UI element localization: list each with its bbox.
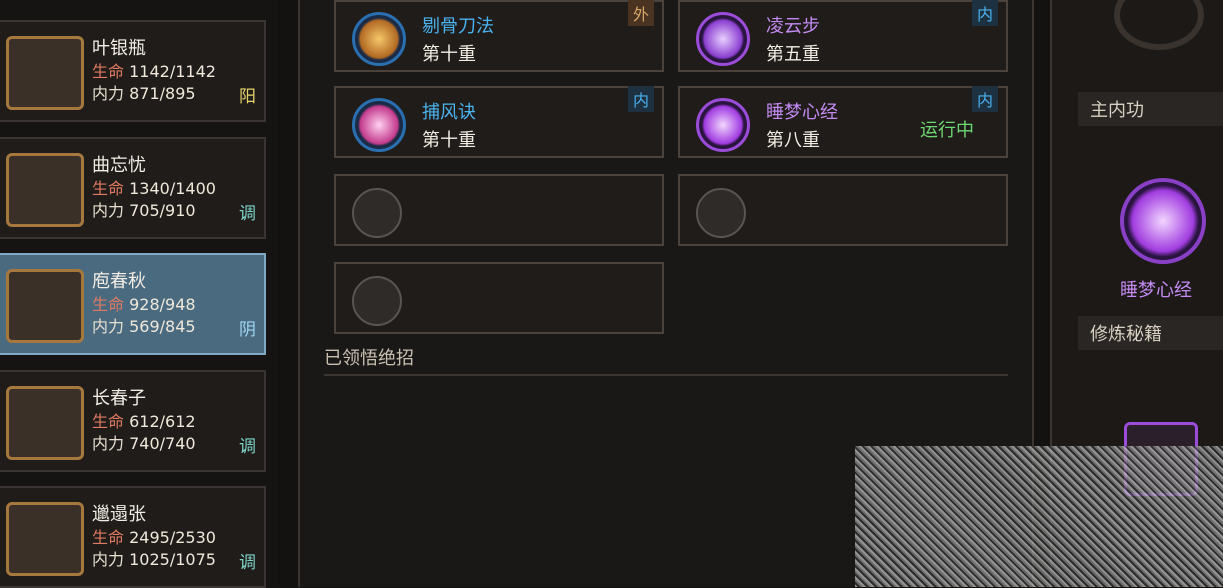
skill-type-badge: 内	[972, 86, 998, 112]
portrait-avatar	[6, 386, 84, 460]
cultivation-label: 修炼秘籍	[1078, 316, 1223, 350]
empty-slot-icon	[696, 188, 746, 238]
skill-name: 睡梦心经	[766, 102, 838, 123]
top-ornament-icon	[1114, 0, 1204, 50]
mp-stat: 内力 569/845	[92, 317, 196, 336]
character-card-latazhang[interactable]: 邋遢张 生命 2495/2530 内力 1025/1075 调	[0, 486, 266, 588]
skill-type-badge: 内	[628, 86, 654, 112]
hp-stat: 生命 1340/1400	[92, 179, 216, 198]
wind-step-icon	[696, 12, 750, 66]
sleep-sutra-icon	[696, 98, 750, 152]
character-name: 叶银瓶	[92, 38, 146, 59]
skill-slot[interactable]: 剔骨刀法 第十重 外	[334, 0, 664, 72]
alignment-tag: 阳	[239, 87, 256, 107]
mp-stat: 内力 871/895	[92, 84, 196, 103]
skill-type-badge: 内	[972, 0, 998, 26]
skill-level: 第十重	[422, 130, 476, 151]
blade-skill-icon	[352, 12, 406, 66]
main-inner-label: 主内功	[1078, 92, 1223, 126]
character-name: 庖春秋	[92, 271, 146, 292]
wind-catch-icon	[352, 98, 406, 152]
mp-stat: 内力 705/910	[92, 201, 196, 220]
portrait-avatar	[6, 502, 84, 576]
alignment-tag: 调	[239, 437, 256, 457]
character-card-yeyinping[interactable]: 叶银瓶 生命 1142/1142 内力 871/895 阳	[0, 20, 266, 122]
empty-slot-icon	[352, 188, 402, 238]
character-name: 邋遢张	[92, 504, 146, 525]
section-title: 已领悟绝招	[324, 348, 414, 369]
character-list: 叶银瓶 生命 1142/1142 内力 871/895 阳 曲忘忧 生命 134…	[0, 0, 278, 588]
skill-type-badge: 外	[628, 0, 654, 26]
skill-level: 第八重	[766, 130, 820, 151]
running-status: 运行中	[920, 120, 974, 141]
empty-skill-slot[interactable]	[678, 174, 1008, 246]
empty-skill-slot[interactable]	[334, 174, 664, 246]
hp-stat: 生命 1142/1142	[92, 62, 216, 81]
character-name: 长春子	[92, 388, 146, 409]
character-card-quwangyou[interactable]: 曲忘忧 生命 1340/1400 内力 705/910 调	[0, 137, 266, 239]
skill-slot[interactable]: 凌云步 第五重 内	[678, 0, 1008, 72]
alignment-tag: 调	[239, 553, 256, 573]
portrait-avatar	[6, 269, 84, 343]
portrait-avatar	[6, 36, 84, 110]
mp-stat: 内力 740/740	[92, 434, 196, 453]
skill-slot[interactable]: 睡梦心经 第八重 内 运行中	[678, 86, 1008, 158]
empty-slot-icon	[352, 276, 402, 326]
skill-name: 剔骨刀法	[422, 16, 494, 37]
character-card-changchunzi[interactable]: 长春子 生命 612/612 内力 740/740 调	[0, 370, 266, 472]
character-card-paochunqiu[interactable]: 庖春秋 生命 928/948 内力 569/845 阴	[0, 253, 266, 355]
divider	[324, 374, 1008, 376]
alignment-tag: 调	[239, 204, 256, 224]
mp-stat: 内力 1025/1075	[92, 550, 216, 569]
skill-level: 第十重	[422, 44, 476, 65]
skill-name: 捕风诀	[422, 102, 476, 123]
main-inner-skill-name: 睡梦心经	[1120, 280, 1192, 301]
empty-skill-slot[interactable]	[334, 262, 664, 334]
alignment-tag: 阴	[239, 320, 256, 340]
hp-stat: 生命 928/948	[92, 295, 196, 314]
hp-stat: 生命 612/612	[92, 412, 196, 431]
skill-name: 凌云步	[766, 16, 820, 37]
character-name: 曲忘忧	[92, 155, 146, 176]
hp-stat: 生命 2495/2530	[92, 528, 216, 547]
noise-overlay	[855, 446, 1223, 587]
portrait-avatar	[6, 153, 84, 227]
main-inner-skill-icon[interactable]	[1120, 178, 1206, 264]
skill-slot[interactable]: 捕风诀 第十重 内	[334, 86, 664, 158]
skill-level: 第五重	[766, 44, 820, 65]
